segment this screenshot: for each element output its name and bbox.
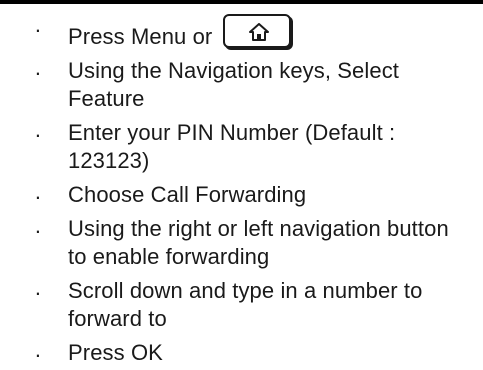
list-item: · Press OK — [0, 339, 483, 367]
step-text: Choose Call Forwarding — [68, 182, 307, 207]
instruction-page: · Press Menu or · Using the Navigation k… — [0, 0, 483, 370]
step-text: Press OK — [68, 340, 163, 365]
list-item: · Press Menu or — [0, 14, 483, 51]
list-item: · Scroll down and type in a number to fo… — [0, 277, 483, 333]
home-button — [222, 14, 291, 48]
step-text: Using the right or left navigation butto… — [68, 216, 449, 269]
bullet: · — [34, 342, 42, 367]
steps-list: · Press Menu or · Using the Navigation k… — [0, 14, 483, 370]
bullet: · — [34, 280, 42, 305]
list-item: · Enter your PIN Number (Default : 12312… — [0, 119, 483, 175]
list-item: · Using the right or left navigation but… — [0, 215, 483, 271]
step-text: Using the Navigation keys, Select Featur… — [68, 58, 400, 111]
top-rule — [0, 0, 483, 4]
bullet: · — [34, 17, 42, 42]
list-item: · Choose Call Forwarding — [0, 181, 483, 209]
step-text: Press Menu or — [68, 24, 213, 49]
list-item: · Using the Navigation keys, Select Feat… — [0, 57, 483, 113]
bullet: · — [34, 218, 42, 243]
step-text: Scroll down and type in a number to forw… — [68, 278, 423, 331]
bullet: · — [34, 122, 42, 147]
bullet: · — [34, 184, 42, 209]
step-text: Enter your PIN Number (Default : 123123) — [68, 120, 396, 173]
home-icon — [248, 23, 269, 41]
bullet: · — [34, 60, 42, 85]
